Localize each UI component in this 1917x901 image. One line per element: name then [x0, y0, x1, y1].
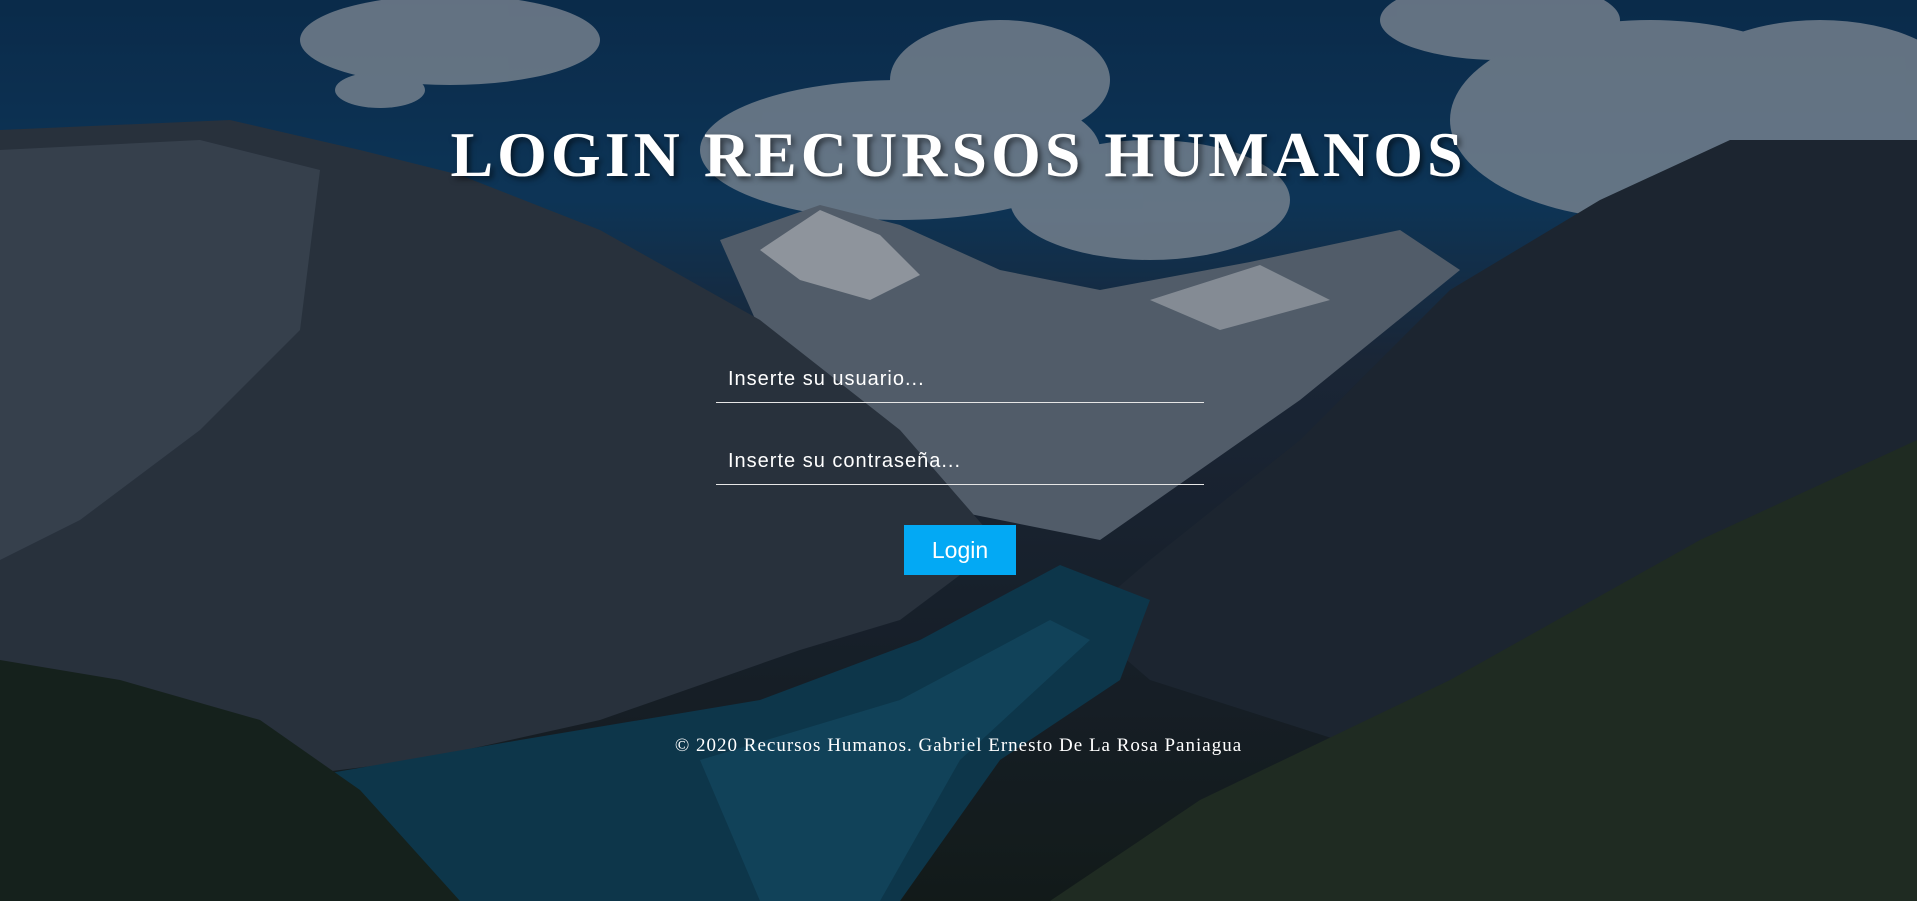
- username-field: [716, 356, 1204, 403]
- password-field: [716, 438, 1204, 485]
- username-input[interactable]: [716, 356, 1204, 402]
- footer-copyright: © 2020 Recursos Humanos. Gabriel Ernesto…: [674, 735, 1243, 756]
- login-button[interactable]: Login: [904, 525, 1016, 575]
- password-input[interactable]: [716, 438, 1204, 484]
- login-page: LOGIN RECURSOS HUMANOS Login © 2020 Recu…: [0, 0, 1917, 901]
- page-title: LOGIN RECURSOS HUMANOS: [450, 119, 1467, 190]
